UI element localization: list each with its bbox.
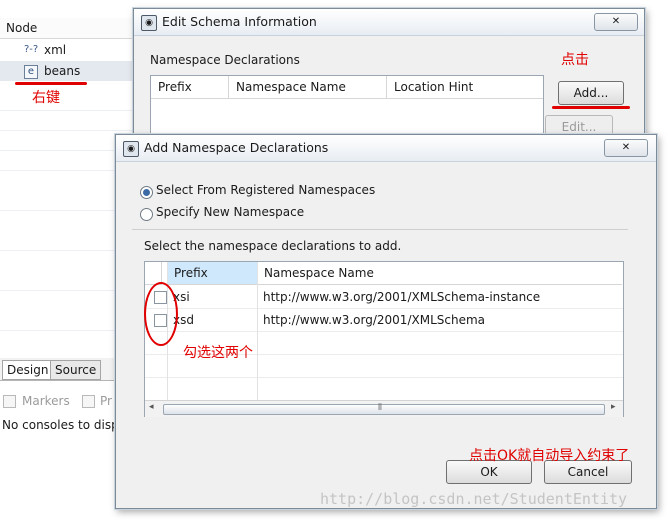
- empty-row: [145, 378, 623, 401]
- tab-source[interactable]: Source: [50, 360, 102, 380]
- edit-dialog-title: Edit Schema Information: [162, 14, 317, 29]
- column-divider: [257, 262, 258, 400]
- beans-underline: [15, 82, 87, 85]
- checkbox-highlight-ellipse: [144, 282, 178, 346]
- column-header-prefix[interactable]: Prefix: [151, 76, 229, 99]
- radio-registered-namespaces[interactable]: [140, 186, 153, 199]
- processing-instruction-icon: ?-?: [24, 44, 39, 55]
- edit-schema-dialog: ◉ Edit Schema Information ✕ Namespace De…: [133, 8, 645, 151]
- edit-dialog-close-button[interactable]: ✕: [594, 13, 638, 31]
- tree-header: Node: [0, 18, 146, 39]
- add-dialog-title: Add Namespace Declarations: [144, 140, 329, 155]
- add-dialog-titlebar: ◉ Add Namespace Declarations ✕: [116, 135, 656, 162]
- tab-design[interactable]: Design: [2, 360, 54, 380]
- tree-item-label: xml: [44, 43, 67, 57]
- tree-item-xml[interactable]: ?-? xml: [0, 40, 140, 60]
- separator: [132, 229, 628, 230]
- edit-dialog-titlebar: ◉ Edit Schema Information ✕: [134, 9, 644, 36]
- grid-line: [0, 110, 140, 111]
- column-header-namespace-name[interactable]: Namespace Name: [257, 262, 622, 285]
- table-row[interactable]: xsd http://www.w3.org/2001/XMLSchema: [145, 309, 623, 332]
- tab-markers[interactable]: Markers: [22, 390, 70, 412]
- column-header-prefix[interactable]: Prefix: [167, 262, 258, 285]
- row-namespace: http://www.w3.org/2001/XMLSchema-instanc…: [263, 290, 541, 304]
- row-namespace: http://www.w3.org/2001/XMLSchema: [263, 313, 485, 327]
- annotation-check-these-two: 勾选这两个: [183, 345, 253, 361]
- add-button-underline: [552, 106, 630, 109]
- namespace-declarations-label: Namespace Declarations: [150, 53, 300, 67]
- eclipse-app-icon: ◉: [123, 141, 139, 157]
- column-header-namespace-name[interactable]: Namespace Name: [229, 76, 387, 99]
- add-dialog-close-button[interactable]: ✕: [604, 139, 648, 157]
- tree-item-label: beans: [44, 64, 81, 78]
- watermark: http://blog.csdn.net/StudentEntity: [320, 490, 628, 508]
- table-row[interactable]: xsi http://www.w3.org/2001/XMLSchema-ins…: [145, 286, 623, 309]
- namespace-selection-table[interactable]: Prefix Namespace Name xsi http://www.w3.…: [144, 261, 624, 417]
- radio-new-label: Specify New Namespace: [156, 205, 305, 219]
- scrollbar-thumb[interactable]: [163, 404, 605, 415]
- tab-properties[interactable]: Pr: [100, 390, 112, 412]
- scroll-right-icon[interactable]: ▸: [611, 402, 616, 412]
- element-icon: e: [24, 65, 38, 79]
- annotation-click: 点击: [561, 52, 589, 68]
- radio-registered-label: Select From Registered Namespaces: [156, 183, 376, 197]
- grid-line: [0, 130, 140, 131]
- add-button[interactable]: Add...: [558, 81, 624, 105]
- tree-item-beans[interactable]: e beans: [0, 61, 140, 81]
- annotation-click-ok: 点击OK就自动导入约束了: [469, 448, 630, 464]
- instruction-text: Select the namespace declarations to add…: [144, 239, 402, 253]
- radio-new-namespace[interactable]: [140, 208, 153, 221]
- eclipse-app-icon: ◉: [141, 15, 157, 31]
- annotation-right-click: 右键: [32, 90, 60, 106]
- scroll-left-icon[interactable]: ◂: [149, 402, 154, 412]
- properties-icon: [82, 395, 95, 408]
- console-message: No consoles to disp: [2, 418, 114, 432]
- column-header-location-hint[interactable]: Location Hint: [387, 76, 543, 99]
- grip-icon: ⦀: [378, 403, 382, 413]
- horizontal-scrollbar[interactable]: ◂ ⦀ ▸: [145, 400, 623, 417]
- markers-icon: [3, 395, 16, 408]
